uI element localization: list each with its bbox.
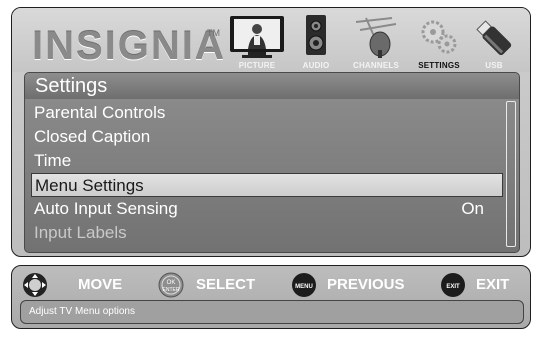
menu-item-label: Auto Input Sensing [34, 199, 178, 218]
help-box: Adjust TV Menu options [20, 300, 524, 324]
tab-usb[interactable]: USB [469, 12, 519, 72]
hint-previous-label: PREVIOUS [327, 276, 405, 293]
tv-picture-icon [230, 16, 284, 58]
control-hint-panel: MOVE OK ENTER SELECT MENU PREVIOUS EXIT [11, 265, 531, 329]
tab-picture[interactable]: PICTURE [225, 12, 289, 72]
exit-button-icon: EXIT [441, 273, 465, 297]
hint-select-label: SELECT [196, 276, 256, 293]
menu-item-time[interactable]: Time [34, 149, 494, 173]
menu-item-label: Parental Controls [34, 103, 166, 122]
auto-input-sensing-value: On [461, 199, 484, 218]
menu-scrollbar[interactable] [506, 101, 516, 247]
tab-settings-label: SETTINGS [418, 61, 460, 70]
menu-item-auto-input-sensing[interactable]: Auto Input Sensing On [34, 197, 494, 221]
category-tabs: PICTURE AUDIO CHANNELS SETTINGS USB [225, 12, 525, 72]
menu-item-menu-settings[interactable]: Menu Settings [31, 173, 503, 197]
svg-text:MENU: MENU [295, 284, 313, 290]
tab-picture-label: PICTURE [238, 61, 276, 70]
svg-text:EXIT: EXIT [446, 284, 460, 290]
speaker-icon [306, 15, 326, 55]
menu-item-closed-caption[interactable]: Closed Caption [34, 125, 494, 149]
dpad-icon [23, 273, 47, 297]
gears-icon [421, 20, 457, 54]
hint-exit: EXIT EXIT [440, 272, 520, 298]
page-title: Settings [35, 75, 108, 97]
tab-usb-label: USB [485, 61, 503, 70]
hint-move: MOVE [22, 272, 132, 298]
svg-text:ENTER: ENTER [163, 287, 180, 293]
tv-osd-screen: INSIGNIA TM PICTURE AUDIO CHANNELS SETTI… [0, 0, 541, 337]
menu-item-label: Time [34, 151, 72, 170]
ok-enter-button-icon: OK ENTER [158, 272, 184, 298]
hint-previous: MENU PREVIOUS [291, 272, 431, 298]
usb-drive-icon [476, 20, 512, 56]
brand-logo: INSIGNIA [32, 24, 226, 68]
tab-audio-label: AUDIO [302, 61, 330, 70]
hint-exit-label: EXIT [476, 276, 510, 293]
hint-move-label: MOVE [78, 276, 123, 293]
menu-item-input-labels[interactable]: Input Labels [34, 221, 494, 245]
tab-audio[interactable]: AUDIO [289, 12, 343, 72]
help-text: Adjust TV Menu options [29, 306, 135, 317]
menu-panel: INSIGNIA TM PICTURE AUDIO CHANNELS SETTI… [11, 7, 531, 257]
svg-text:OK: OK [167, 280, 176, 286]
menu-item-label: Closed Caption [34, 127, 151, 146]
trademark-mark: TM [207, 28, 220, 38]
menu-header: INSIGNIA TM PICTURE AUDIO CHANNELS SETTI… [12, 8, 530, 72]
tab-settings[interactable]: SETTINGS [409, 12, 469, 72]
tab-channels[interactable]: CHANNELS [343, 12, 409, 72]
menu-button-icon: MENU [292, 273, 316, 297]
menu-item-parental-controls[interactable]: Parental Controls [34, 101, 494, 125]
tab-channels-label: CHANNELS [352, 61, 400, 70]
menu-title-bar: Settings [24, 72, 520, 100]
menu-item-label: Input Labels [34, 223, 127, 242]
menu-list: Parental Controls Closed Caption Time Me… [24, 99, 520, 253]
menu-item-label: Menu Settings [35, 176, 144, 195]
antenna-satellite-icon [355, 17, 397, 58]
hint-select: OK ENTER SELECT [158, 272, 288, 298]
